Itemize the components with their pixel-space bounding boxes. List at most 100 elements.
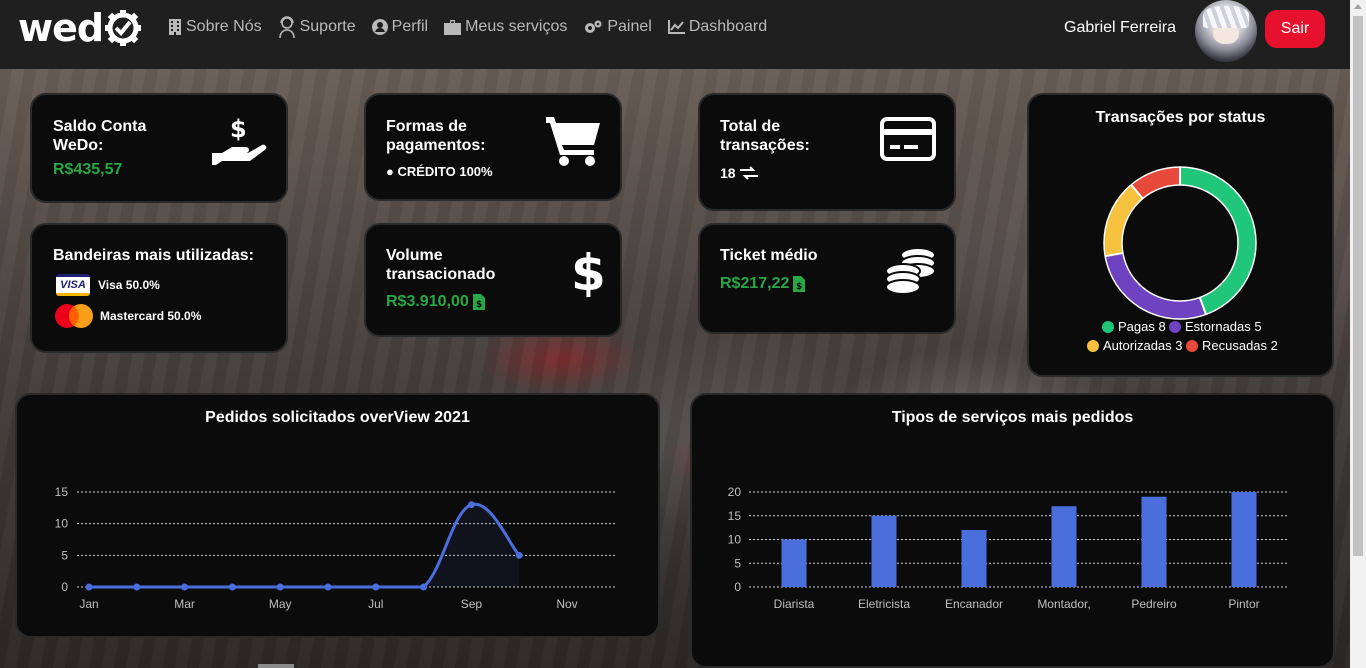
card-title: Total de transações:: [720, 118, 810, 154]
gear-logo-icon: [105, 10, 142, 46]
nav-label: Meus serviços: [465, 18, 568, 35]
chart-line-icon: [667, 20, 685, 34]
x-tick-label: Encanador: [945, 597, 1003, 611]
brand-row-mastercard: Mastercard 50.0%: [54, 303, 201, 329]
card-title: Saldo Conta WeDo:: [53, 118, 147, 154]
legend-item-estornadas[interactable]: Estornadas 5: [1169, 319, 1262, 334]
bar-eletricista: [871, 515, 897, 587]
scroll-thumb[interactable]: [1353, 16, 1363, 556]
legend-dot: [1186, 339, 1198, 352]
card-volume: Volume transacionado R$3.910,00 $ $: [364, 223, 622, 337]
x-tick-label: Pedreiro: [1131, 597, 1177, 611]
vertical-scrollbar[interactable]: [1350, 0, 1366, 668]
horizontal-scroll-thumb[interactable]: [258, 664, 294, 668]
x-tick-label: May: [269, 597, 292, 611]
donut-slice-estornadas: [1105, 252, 1206, 319]
legend-item-recusadas[interactable]: Recusadas 2: [1186, 338, 1278, 353]
y-tick-label: 5: [61, 548, 68, 562]
x-tick-label: Sep: [461, 597, 483, 611]
support-agent-icon: [278, 16, 295, 38]
brand-row-visa: VISA Visa 50.0%: [56, 274, 160, 296]
bar-chart-panel: Tipos de serviços mais pedidos 0 5 10 15 20 D…: [690, 393, 1335, 668]
nav-item-perfil[interactable]: Perfil: [371, 16, 429, 38]
volume-value: R$3.910,00: [386, 293, 469, 310]
card-formas-pagamento: Formas de pagamentos: ● CRÉDITO 100%: [364, 93, 622, 201]
line-point-aug: [420, 583, 428, 591]
legend-item-autorizadas[interactable]: Autorizadas 3: [1087, 338, 1183, 353]
x-tick-label: Mar: [174, 597, 195, 611]
donut-inner-border: [1121, 184, 1239, 302]
line-point-feb: [133, 583, 141, 591]
payment-method-detail: ● CRÉDITO 100%: [386, 164, 493, 179]
line-point-jun: [324, 583, 332, 591]
saldo-value: R$435,57: [53, 161, 123, 178]
mastercard-label: Mastercard 50.0%: [100, 309, 202, 323]
bar-montador: [1051, 506, 1077, 587]
y-tick-label: 10: [55, 517, 69, 531]
avatar[interactable]: [1195, 0, 1257, 62]
card-title: Formas de pagamentos:: [386, 118, 486, 154]
legend-item-pagas[interactable]: Pagas 8: [1102, 319, 1166, 334]
legend-label: Pagas 8: [1118, 319, 1166, 334]
nav-item-dashboard[interactable]: Dashboard: [667, 16, 767, 38]
y-tick-label: 15: [728, 509, 742, 523]
user-name: Gabriel Ferreira: [1064, 19, 1177, 36]
y-tick-label: 15: [55, 485, 69, 499]
line-point-jul: [372, 583, 380, 591]
x-tick-label: Diarista: [774, 597, 815, 611]
building-icon: [169, 19, 181, 35]
card-title: Ticket médio: [720, 247, 818, 264]
briefcase-icon: [444, 19, 462, 35]
nav-item-meus-servicos[interactable]: Meus serviços: [444, 16, 567, 38]
x-tick-label: Eletricista: [858, 597, 910, 611]
y-tick-label: 10: [728, 533, 742, 547]
visa-logo-text: VISA: [60, 279, 86, 291]
nav-label: Perfil: [391, 18, 429, 35]
card-saldo: Saldo Conta WeDo: R$435,57 $: [30, 93, 288, 203]
card-total-transacoes: Total de transações: 18: [698, 93, 956, 211]
visa-label: Visa 50.0%: [98, 278, 160, 292]
ticket-value: R$217,22: [720, 275, 790, 292]
hand-dollar-icon: $: [212, 115, 267, 165]
dollar-icon: $: [571, 245, 604, 297]
y-tick-label: 20: [728, 485, 742, 499]
status-panel: Transações por status Pagas 8 Estornadas…: [1027, 93, 1334, 377]
nav-item-sobre-nos[interactable]: Sobre Nós: [168, 16, 262, 38]
legend-dot: [1102, 320, 1114, 333]
file-invoice-icon: $: [793, 276, 806, 292]
total-row: 18: [720, 165, 758, 181]
logout-button[interactable]: Sair: [1265, 10, 1325, 48]
svg-text:$: $: [230, 115, 247, 143]
line-point-mar: [181, 583, 189, 591]
nav-label: Suporte: [299, 18, 356, 35]
nav-menu: Sobre Nós Suporte Perfil Meus serviços P…: [168, 16, 767, 38]
bar-pintor: [1231, 492, 1257, 587]
nav-item-suporte[interactable]: Suporte: [278, 16, 356, 38]
cogs-icon: [585, 20, 602, 33]
y-tick-label: 0: [61, 580, 68, 594]
scroll-up-arrow-icon[interactable]: [1354, 4, 1362, 9]
brand-logo[interactable]: wed: [18, 6, 142, 50]
total-value: 18: [720, 165, 736, 181]
mastercard-logo-icon: [55, 304, 93, 328]
svg-text:$: $: [796, 282, 802, 292]
line-area-fill: [89, 504, 520, 587]
line-point-sep: [467, 501, 475, 509]
exchange-icon: [739, 166, 758, 180]
x-tick-label: Jul: [368, 597, 383, 611]
x-tick-label: Montador,: [1037, 597, 1090, 611]
line-point-apr: [228, 583, 236, 591]
card-bandeiras: Bandeiras mais utilizadas: VISA Visa 50.…: [30, 223, 288, 353]
line-point-may: [276, 583, 284, 591]
visa-logo-icon: VISA: [56, 274, 90, 296]
legend-label: Estornadas 5: [1185, 319, 1262, 334]
navbar: wed Sobre Nós Suporte Perfil Meus serviç…: [0, 0, 1350, 69]
legend-label: Autorizadas 3: [1103, 338, 1183, 353]
svg-text:$: $: [571, 245, 604, 297]
nav-item-painel[interactable]: Painel: [583, 16, 652, 38]
x-tick-label: Pintor: [1228, 597, 1259, 611]
bar-encanador: [961, 530, 987, 587]
legend-dot: [1169, 320, 1181, 333]
bar-pedreiro: [1141, 496, 1167, 587]
y-tick-label: 0: [734, 580, 741, 594]
